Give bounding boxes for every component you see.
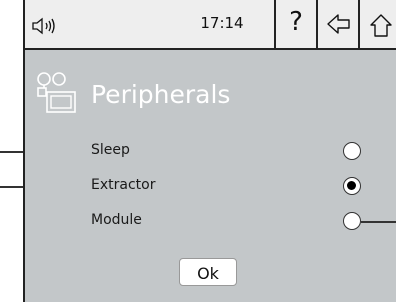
status-bar: 17:14 ? — [25, 0, 396, 50]
help-button[interactable]: ? — [274, 0, 316, 48]
radio-sleep[interactable] — [343, 142, 361, 160]
back-arrow-icon — [327, 14, 350, 34]
speaker-icon[interactable] — [31, 17, 61, 35]
ok-button[interactable]: Ok — [179, 258, 237, 286]
callout-line-module — [361, 221, 396, 223]
device-screen: 17:14 ? Peripherals Sleep Extractor Modu… — [23, 0, 396, 302]
home-icon — [370, 14, 392, 37]
option-label-module: Module — [91, 212, 142, 228]
option-label-sleep: Sleep — [91, 142, 130, 158]
radio-extractor[interactable] — [343, 177, 361, 195]
radio-module[interactable] — [343, 212, 361, 230]
page-title: Peripherals — [91, 80, 231, 109]
option-label-extractor: Extractor — [91, 177, 156, 193]
clock: 17:14 — [200, 14, 244, 32]
home-button[interactable] — [358, 0, 396, 48]
help-icon: ? — [289, 7, 303, 37]
back-button[interactable] — [316, 0, 358, 48]
peripherals-icon — [37, 72, 76, 113]
